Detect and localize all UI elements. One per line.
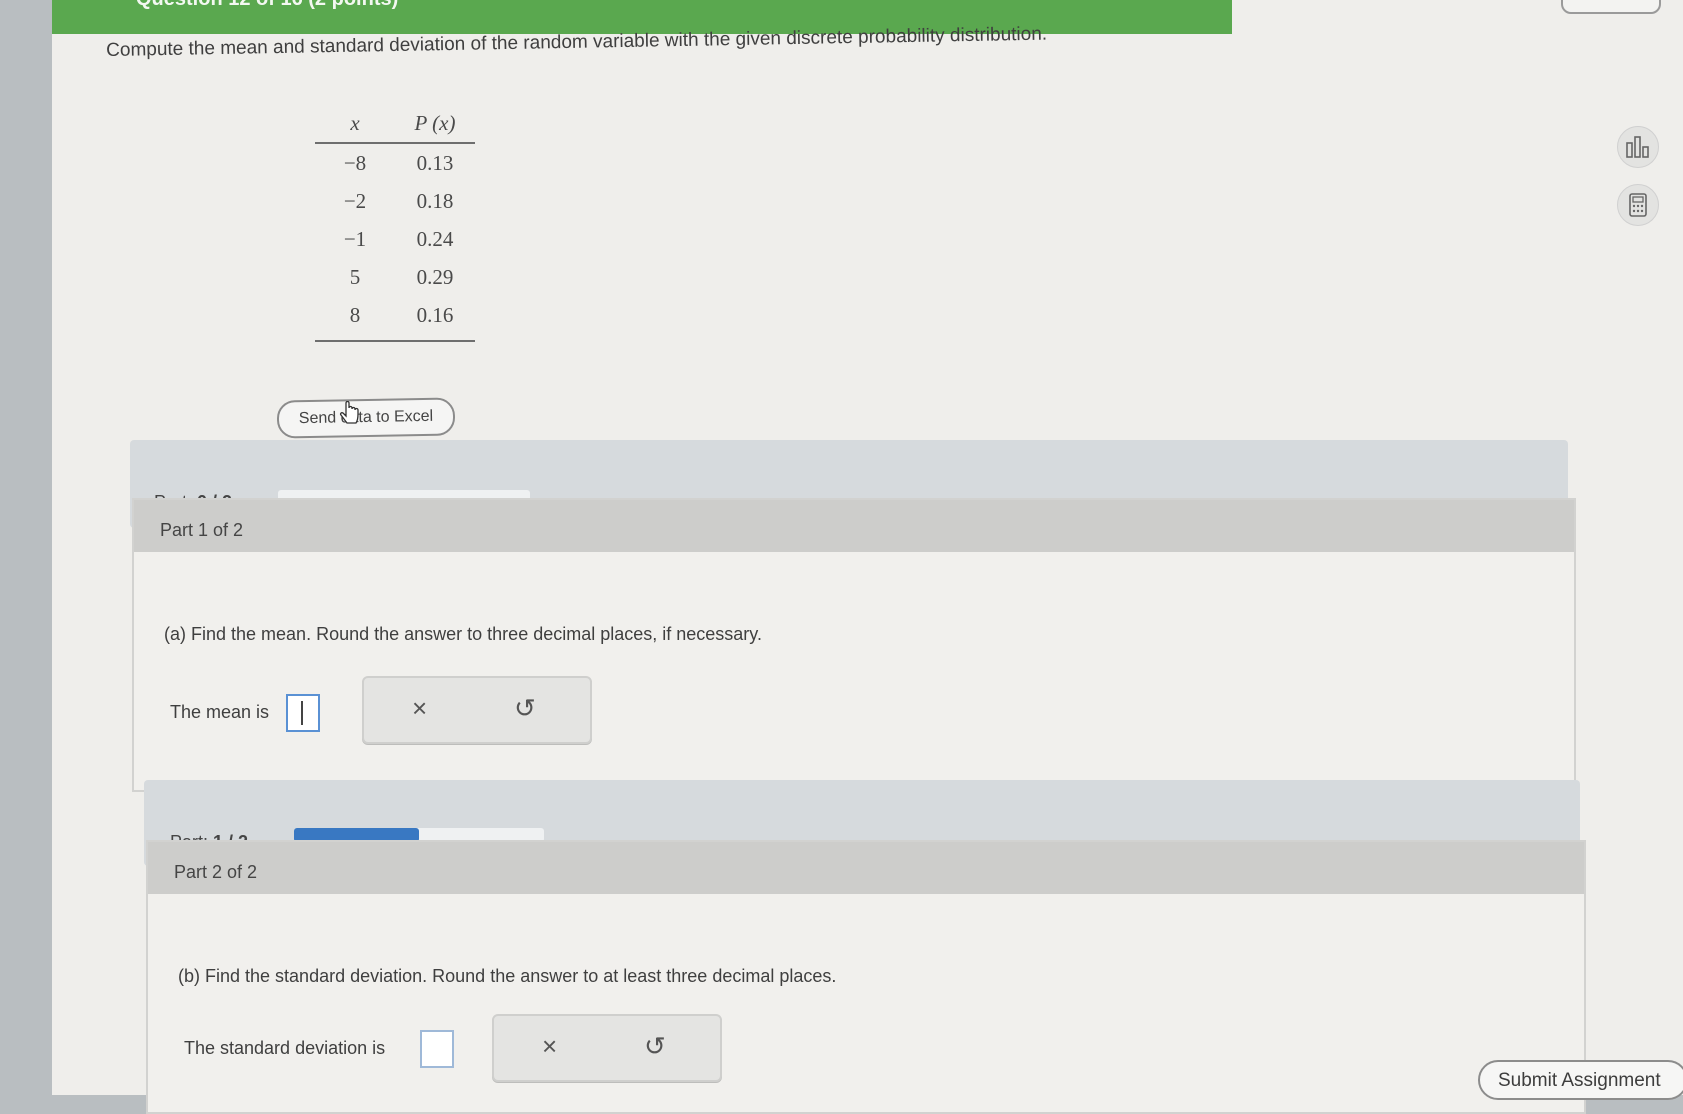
hand-cursor-icon [339, 400, 361, 429]
submit-assignment-button[interactable]: Submit Assignment [1478, 1060, 1683, 1100]
clear-icon[interactable]: × [412, 693, 427, 724]
calculator-icon[interactable] [1617, 184, 1659, 226]
part-1-header: Part 1 of 2 [134, 500, 1574, 552]
right-tools [1617, 126, 1661, 242]
mean-label: The mean is [170, 702, 270, 722]
standard-deviation-answer-input[interactable] [420, 1030, 454, 1068]
table-cell-x: 8 [349, 302, 361, 327]
table-cell-px: 0.16 [416, 302, 454, 327]
question-header-bar: Question 12 of 16 (2 points) [52, 0, 1232, 34]
bar-chart-icon[interactable] [1617, 126, 1659, 168]
table-header-px: P (x) [414, 110, 456, 135]
undo-icon[interactable]: ↺ [514, 693, 536, 724]
table-header-x: x [350, 110, 360, 135]
part-1-tool-panel: × ↺ [362, 676, 592, 744]
undo-icon[interactable]: ↺ [644, 1031, 666, 1062]
table-bottom-rule [315, 340, 475, 342]
mean-answer-input[interactable] [286, 694, 320, 732]
part-2-tool-panel: × ↺ [492, 1014, 722, 1082]
table-row: 8 0.16 [315, 296, 475, 334]
part-2-card: Part 2 of 2 (b) Find the standard deviat… [146, 840, 1586, 1114]
table-cell-x: −1 [343, 226, 367, 251]
table-cell-x: −8 [343, 150, 367, 175]
send-data-to-excel-button[interactable]: Send data to Excel [276, 397, 456, 439]
part-2-header-label: Part 2 of 2 [174, 862, 258, 882]
table-cell-px: 0.13 [416, 150, 454, 175]
table-cell-px: 0.18 [416, 188, 454, 213]
probability-table: x P (x) −8 0.13 −2 0.18 −1 0.24 5 0.29 8… [315, 104, 475, 342]
table-cell-x: −2 [343, 188, 367, 213]
table-cell-x: 5 [349, 264, 361, 289]
part-1-instruction: (a) Find the mean. Round the answer to t… [164, 624, 762, 644]
table-row: 5 0.29 [315, 258, 475, 296]
standard-deviation-label: The standard deviation is [184, 1038, 386, 1058]
part-1-card: Part 1 of 2 (a) Find the mean. Round the… [132, 498, 1576, 792]
table-cell-px: 0.29 [416, 264, 454, 289]
text-caret [301, 701, 303, 725]
clear-icon[interactable]: × [542, 1031, 557, 1062]
table-row: −1 0.24 [315, 220, 475, 258]
table-cell-px: 0.24 [416, 226, 454, 251]
table-row: −8 0.13 [315, 144, 475, 182]
question-header-title: Question 12 of 16 (2 points) [136, 0, 398, 11]
top-right-tab[interactable] [1561, 0, 1661, 14]
part-1-header-label: Part 1 of 2 [160, 520, 244, 540]
part-2-instruction: (b) Find the standard deviation. Round t… [178, 966, 837, 986]
table-header-row: x P (x) [315, 104, 475, 144]
table-row: −2 0.18 [315, 182, 475, 220]
part-2-header: Part 2 of 2 [148, 842, 1584, 894]
